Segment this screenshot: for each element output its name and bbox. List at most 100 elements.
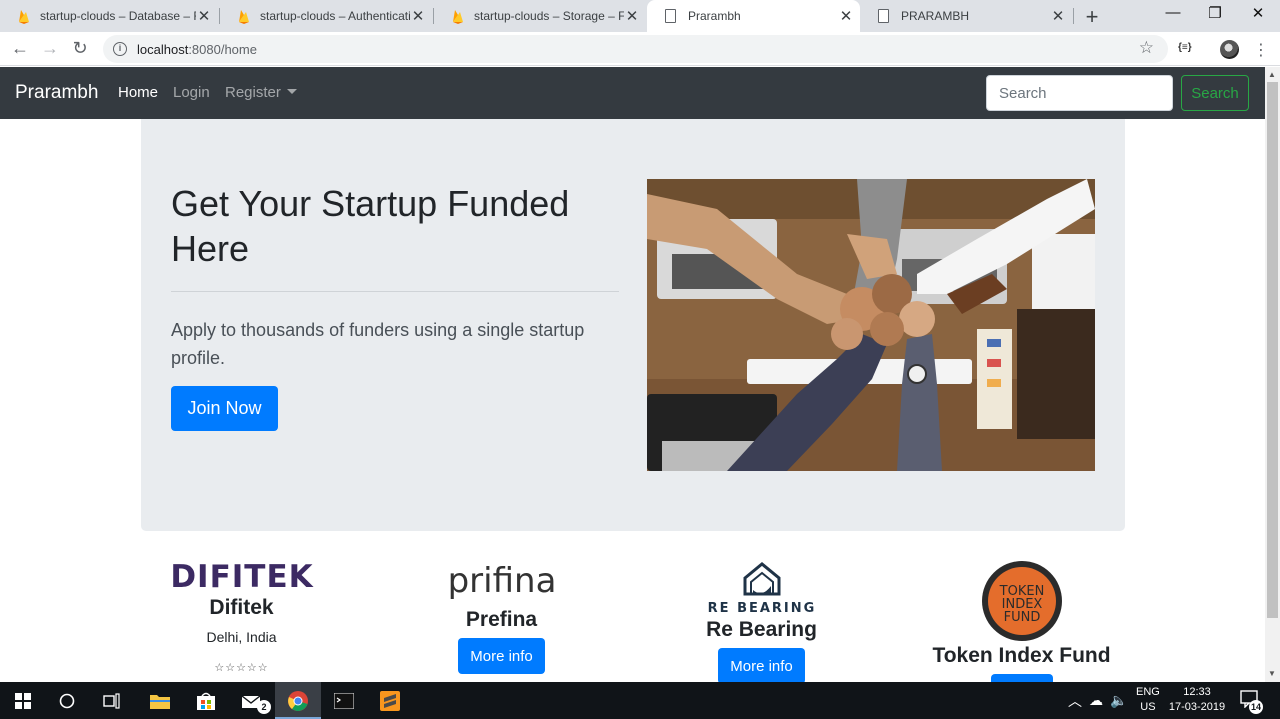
company-card: TOKEN INDEX FUND Token Index Fund <box>921 560 1122 682</box>
nav-link-register-label: Register <box>225 84 281 101</box>
windows-taskbar: 2 ︿ ☁ 🔈 ENG US 12:33 17-03-2019 14 <box>0 682 1280 719</box>
browser-tab-strip: startup-clouds – Database – Fi ✕ startup… <box>0 0 1280 32</box>
site-navbar: Prarambh Home Login Register Search <box>0 67 1265 119</box>
reload-icon[interactable]: ↻ <box>70 38 90 58</box>
mail-icon[interactable]: 2 <box>229 682 275 719</box>
tab-title: Prarambh <box>688 9 741 23</box>
clock-time: 12:33 <box>1183 686 1211 698</box>
back-icon[interactable]: ← <box>10 38 30 58</box>
tab-title: startup-clouds – Database – Fi <box>40 9 196 23</box>
close-tab-icon[interactable]: ✕ <box>624 7 640 25</box>
more-info-button[interactable]: More info <box>458 638 545 674</box>
sublime-text-icon[interactable] <box>367 682 413 719</box>
svg-text:FUND: FUND <box>1003 610 1040 625</box>
hero-divider <box>171 291 619 292</box>
difitek-logo: DIFITEK <box>170 560 313 592</box>
region-code: US <box>1140 701 1156 713</box>
re-bearing-logo: RE BEARING <box>707 562 816 616</box>
tray-chevron-up-icon[interactable]: ︿ <box>1068 691 1082 711</box>
browser-tab[interactable]: startup-clouds – Storage – Fire ✕ <box>434 0 646 32</box>
info-icon[interactable]: i <box>113 42 127 56</box>
card-title: Token Index Fund <box>932 644 1111 667</box>
firebase-icon <box>453 9 463 24</box>
hero-teamwork-image <box>647 179 1095 471</box>
browser-tab[interactable]: startup-clouds – Authenticatio ✕ <box>220 0 432 32</box>
prifina-logo: prifina <box>447 562 556 601</box>
browser-tab-active[interactable]: Prarambh ✕ <box>647 0 860 32</box>
restore-icon[interactable]: ❐ <box>1200 4 1230 22</box>
notification-badge: 14 <box>1249 700 1263 714</box>
company-card: DIFITEK Difitek Delhi, India ☆☆☆☆☆ <box>141 560 342 674</box>
bookmark-star-icon[interactable]: ☆ <box>1139 38 1154 58</box>
url-path: :8080/home <box>188 41 257 57</box>
search-input[interactable] <box>986 75 1173 111</box>
firebase-icon <box>239 9 249 24</box>
minimize-icon[interactable]: — <box>1158 4 1188 21</box>
tab-title: PRARAMBH <box>901 9 970 23</box>
nav-link-login[interactable]: Login <box>173 84 210 101</box>
nav-dropdown-register[interactable]: Register <box>225 84 297 101</box>
document-icon <box>878 9 889 23</box>
card-location: Delhi, India <box>206 629 277 645</box>
firebase-icon <box>19 9 29 24</box>
task-view-icon[interactable] <box>89 682 135 719</box>
language-indicator[interactable]: ENG US <box>1136 686 1160 713</box>
cortana-search-icon[interactable] <box>44 682 90 719</box>
terminal-icon[interactable] <box>321 682 367 719</box>
windows-start-icon[interactable] <box>0 682 46 719</box>
url-input[interactable]: i localhost:8080/home ☆ <box>103 35 1168 63</box>
hero-title: Get Your Startup Funded Here <box>171 183 570 269</box>
action-center-icon[interactable]: 14 <box>1240 690 1263 714</box>
onedrive-cloud-icon[interactable]: ☁ <box>1089 692 1103 709</box>
hero-lead: Apply to thousands of funders using a si… <box>171 320 585 368</box>
card-title: Prefina <box>465 608 538 631</box>
extension-icon[interactable]: {≡} <box>1178 42 1192 53</box>
tab-title: startup-clouds – Authenticatio <box>260 9 410 23</box>
profile-avatar-icon[interactable] <box>1220 40 1239 59</box>
mail-badge: 2 <box>257 700 271 714</box>
close-tab-icon[interactable]: ✕ <box>838 7 854 25</box>
close-tab-icon[interactable]: ✕ <box>1050 7 1066 25</box>
volume-icon[interactable]: 🔈 <box>1110 692 1127 709</box>
store-icon[interactable] <box>183 682 229 719</box>
kebab-menu-icon[interactable]: ⋮ <box>1253 40 1269 60</box>
url-host: localhost <box>137 41 189 57</box>
tab-title: startup-clouds – Storage – Fire <box>474 9 624 23</box>
clock[interactable]: 12:33 17-03-2019 <box>1168 686 1226 713</box>
search-button[interactable]: Search <box>1181 75 1249 111</box>
more-info-button-partial[interactable] <box>990 674 1053 682</box>
star-rating[interactable]: ☆☆☆☆☆ <box>141 661 342 674</box>
tab-separator <box>1073 8 1074 24</box>
close-tab-icon[interactable]: ✕ <box>196 7 212 25</box>
page-scrollbar[interactable]: ▲ ▼ <box>1265 67 1280 682</box>
caret-down-icon <box>286 89 297 94</box>
close-window-icon[interactable]: ✕ <box>1243 4 1273 22</box>
svg-text:prifina: prifina <box>447 562 556 601</box>
svg-text:DIFITEK: DIFITEK <box>170 560 313 592</box>
token-index-fund-logo: TOKEN INDEX FUND <box>981 561 1062 641</box>
svg-text:RE BEARING: RE BEARING <box>707 601 816 616</box>
clock-date: 17-03-2019 <box>1168 701 1226 713</box>
page-viewport: Prarambh Home Login Register Search Get … <box>0 67 1265 682</box>
card-title: Re Bearing <box>706 618 817 641</box>
scroll-thumb[interactable] <box>1267 82 1278 618</box>
chrome-icon[interactable] <box>275 682 321 719</box>
forward-icon[interactable]: → <box>40 38 60 58</box>
new-tab-icon[interactable]: + <box>1082 4 1102 30</box>
card-title: Difitek <box>209 596 274 619</box>
address-bar: ← → ↻ i localhost:8080/home ☆ {≡} ⋮ <box>0 32 1280 66</box>
company-card: prifina Prefina More info <box>401 562 602 674</box>
document-icon <box>665 9 676 23</box>
browser-tab[interactable]: PRARAMBH ✕ <box>860 0 1072 32</box>
more-info-button[interactable]: More info <box>718 648 805 682</box>
language-code: ENG <box>1136 686 1160 698</box>
close-tab-icon[interactable]: ✕ <box>410 7 426 25</box>
nav-link-home[interactable]: Home <box>118 84 158 101</box>
scroll-up-icon[interactable]: ▲ <box>1268 70 1276 79</box>
join-now-button[interactable]: Join Now <box>171 386 278 431</box>
navbar-brand[interactable]: Prarambh <box>15 82 98 104</box>
file-explorer-icon[interactable] <box>137 682 183 719</box>
scroll-down-icon[interactable]: ▼ <box>1268 669 1276 678</box>
company-card: RE BEARING Re Bearing More info <box>661 560 862 682</box>
browser-tab[interactable]: startup-clouds – Database – Fi ✕ <box>0 0 218 32</box>
